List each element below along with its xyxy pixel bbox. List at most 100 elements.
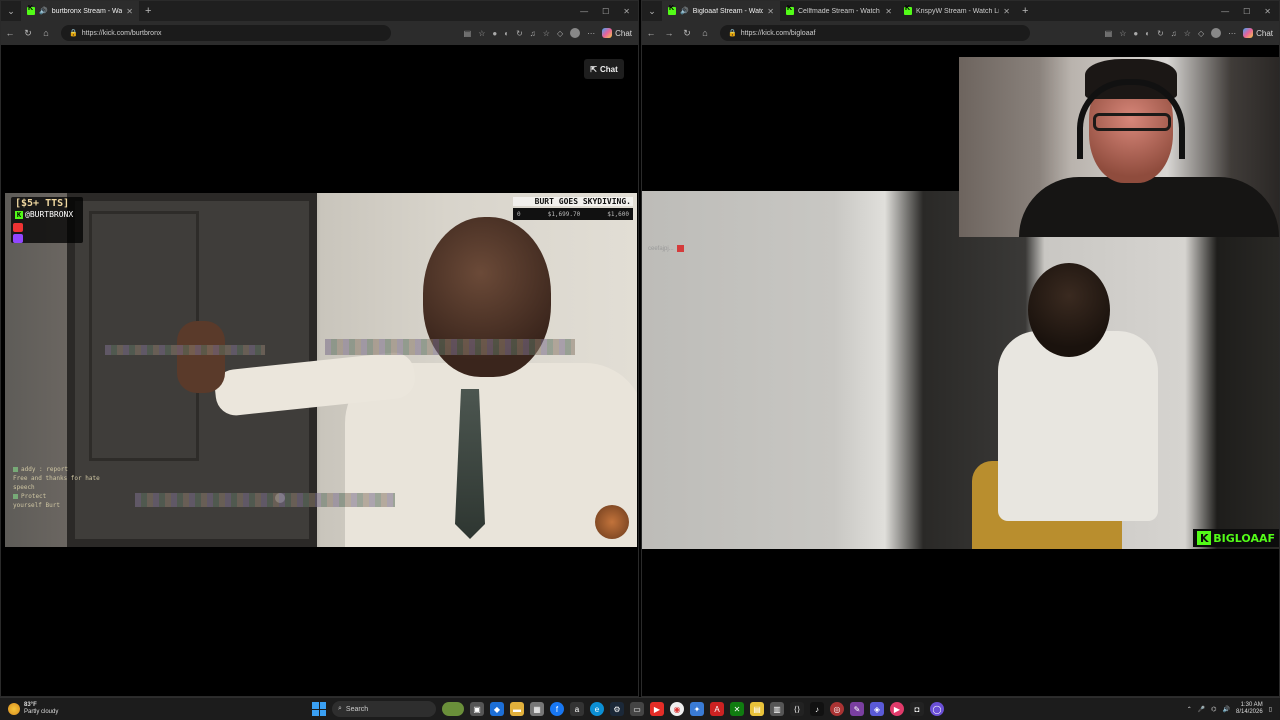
url-field[interactable]: 🔒 https://kick.com/bigloaaf: [720, 25, 1030, 41]
streamer-body: [998, 331, 1158, 521]
more-icon[interactable]: ⋯: [1228, 29, 1236, 38]
reload-extension-icon[interactable]: ↻: [516, 29, 523, 38]
app-icon[interactable]: ✦: [690, 702, 704, 716]
home-icon[interactable]: ⌂: [696, 28, 714, 38]
maximize-icon[interactable]: ☐: [1243, 7, 1250, 16]
clock[interactable]: 1:30 AM 8/14/2026: [1236, 702, 1263, 716]
show-chat-label: Chat: [599, 64, 618, 74]
extension-icon[interactable]: ●: [1133, 29, 1138, 38]
copilot-chat-button[interactable]: Chat: [1243, 28, 1273, 38]
app-icon[interactable]: ◘: [910, 702, 924, 716]
copilot-app-icon[interactable]: ◆: [490, 702, 504, 716]
tab-krispyw[interactable]: KrispyW Stream - Watch Live on Kick ✕: [898, 1, 1016, 21]
app-icon[interactable]: ▭: [630, 702, 644, 716]
minimize-icon[interactable]: —: [580, 7, 588, 16]
shield-icon[interactable]: ◇: [557, 29, 563, 38]
youtube-icon[interactable]: ▶: [650, 702, 664, 716]
close-tab-icon[interactable]: ✕: [1003, 7, 1010, 16]
record-icon[interactable]: ▶: [890, 702, 904, 716]
task-view-icon[interactable]: ▣: [470, 702, 484, 716]
video-player-bigloaaf[interactable]: ceefajpj... K BIGLOAAF: [642, 191, 1279, 549]
reader-view-icon[interactable]: ▤: [464, 29, 472, 38]
chat-text: yourself Burt: [13, 502, 60, 509]
weather-widget[interactable]: 83°F Partly cloudy: [0, 702, 240, 716]
notes-icon[interactable]: ▤: [750, 702, 764, 716]
network-icon[interactable]: ⌬: [1211, 706, 1216, 713]
extension-icon[interactable]: ◐: [1145, 29, 1150, 38]
reload-extension-icon[interactable]: ↻: [1157, 29, 1164, 38]
extension-icon[interactable]: ●: [492, 29, 497, 38]
favorite-star-icon[interactable]: ☆: [478, 29, 485, 38]
shield-icon[interactable]: ◇: [1198, 29, 1204, 38]
profile-avatar[interactable]: [570, 28, 581, 38]
app-icon[interactable]: ✎: [850, 702, 864, 716]
capcut-icon[interactable]: ⟨⟩: [790, 702, 804, 716]
webcam-overlay: [959, 57, 1279, 237]
tab-actions-menu-icon[interactable]: ⌄: [642, 6, 662, 17]
reader-view-icon[interactable]: ▤: [1105, 29, 1113, 38]
refresh-icon[interactable]: ↻: [678, 28, 696, 39]
close-window-icon[interactable]: ✕: [1264, 7, 1271, 16]
chat-text: speech: [13, 484, 35, 491]
refresh-icon[interactable]: ↻: [19, 28, 37, 39]
new-tab-button[interactable]: +: [139, 5, 157, 17]
file-explorer-icon[interactable]: ▬: [510, 702, 524, 716]
facebook-icon[interactable]: f: [550, 702, 564, 716]
maximize-icon[interactable]: ☐: [602, 7, 609, 16]
tab-bigloaaf[interactable]: 🔊 Bigloaaf Stream - Watch Live on Kick ✕: [662, 1, 780, 21]
home-icon[interactable]: ⌂: [37, 28, 55, 38]
chat-line: Protect: [13, 492, 133, 501]
favorites-icon[interactable]: ☆: [1184, 29, 1191, 38]
close-tab-icon[interactable]: ✕: [767, 7, 774, 16]
music-extension-icon[interactable]: ♫: [530, 29, 536, 38]
edge-browser-icon[interactable]: e: [590, 702, 604, 716]
app-icon[interactable]: ◎: [830, 702, 844, 716]
close-tab-icon[interactable]: ✕: [126, 7, 133, 16]
favorite-star-icon[interactable]: ☆: [1119, 29, 1126, 38]
new-tab-button[interactable]: +: [1016, 5, 1034, 17]
extension-icon[interactable]: ◐: [504, 29, 509, 38]
close-tab-icon[interactable]: ✕: [885, 7, 892, 16]
taskbar-search[interactable]: ⌕ Search: [332, 701, 436, 717]
volume-icon[interactable]: 🔊: [1223, 706, 1230, 713]
taskbar-apps: ⌕ Search ▣ ◆ ▬ ▦ f a e ⚙ ▭ ▶ ◉ ✦ A ✕ ▤ ▥…: [312, 701, 944, 717]
url-field[interactable]: 🔒 https://kick.com/burtbronx: [61, 25, 391, 41]
app-icon[interactable]: ◯: [930, 702, 944, 716]
acrobat-icon[interactable]: A: [710, 702, 724, 716]
store-icon[interactable]: ▦: [530, 702, 544, 716]
copilot-chat-button[interactable]: Chat: [602, 28, 632, 38]
forward-icon[interactable]: →: [660, 28, 678, 38]
show-chat-button[interactable]: ⇱ Chat: [584, 59, 624, 79]
chat-line: yourself Burt: [13, 501, 133, 510]
tab-cellfmade[interactable]: Cellfmade Stream - Watch Live on Kick ✕: [780, 1, 898, 21]
media-icon[interactable]: ▥: [770, 702, 784, 716]
xbox-icon[interactable]: ✕: [730, 702, 744, 716]
back-icon[interactable]: ←: [642, 28, 660, 38]
tab-actions-menu-icon[interactable]: ⌄: [1, 6, 21, 17]
start-menu-icon[interactable]: [312, 702, 326, 716]
close-window-icon[interactable]: ✕: [623, 7, 630, 16]
app-icon[interactable]: ◈: [870, 702, 884, 716]
notifications-icon[interactable]: ▯: [1269, 706, 1272, 713]
favorites-icon[interactable]: ☆: [543, 29, 550, 38]
channel-logo: K BIGLOAAF: [1193, 529, 1279, 547]
chat-line: speech: [13, 483, 133, 492]
music-extension-icon[interactable]: ♫: [1171, 29, 1177, 38]
show-hidden-icons[interactable]: ⌃: [1187, 706, 1192, 713]
speaker-icon: 🔊: [680, 8, 689, 15]
microphone-icon[interactable]: 🎤: [1198, 706, 1205, 713]
more-icon[interactable]: ⋯: [587, 29, 595, 38]
profile-avatar[interactable]: [1211, 28, 1222, 38]
steam-icon[interactable]: ⚙: [610, 702, 624, 716]
chrome-icon[interactable]: ◉: [670, 702, 684, 716]
back-icon[interactable]: ←: [1, 28, 19, 38]
channel-logo-text: BIGLOAAF: [1213, 531, 1275, 545]
tab-burtbronx[interactable]: 🔊 burtbronx Stream - Watch Live on Kick …: [21, 1, 139, 21]
widget-picture-icon[interactable]: [442, 702, 464, 716]
amazon-icon[interactable]: a: [570, 702, 584, 716]
window-controls: — ☐ ✕: [1221, 7, 1279, 16]
minimize-icon[interactable]: —: [1221, 7, 1229, 16]
video-player-burtbronx[interactable]: [$5+ TTS] K @BURTBRONX BURT GOES SKYDIVIN…: [5, 193, 637, 547]
weather-temp: 83°F: [24, 702, 37, 708]
tiktok-icon[interactable]: ♪: [810, 702, 824, 716]
